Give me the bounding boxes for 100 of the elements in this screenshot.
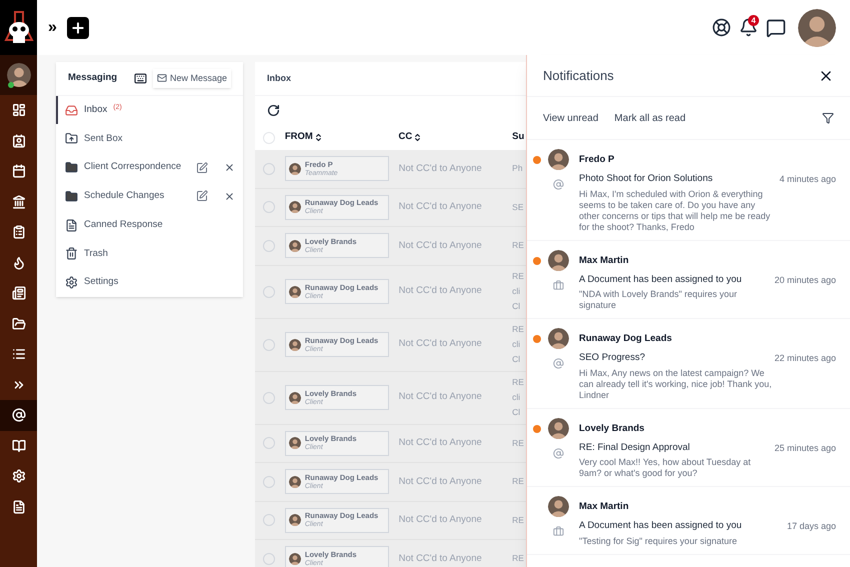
notification-item[interactable]: Runaway Dog Leads SEO Progress? Hi Max, Any news on the latest campaign? We can already tell it's working, nice job! Thank you, Lindner 22 minutes ago <box>527 319 850 408</box>
newspaper-icon <box>12 286 26 300</box>
cc-text: Not CC'd to Anyone <box>398 200 483 214</box>
column-header[interactable]: Su <box>512 130 526 145</box>
mark-all-read-button[interactable]: Mark all as read <box>614 110 686 126</box>
cc-text: Not CC'd to Anyone <box>398 513 483 528</box>
sender-name: Fredo P <box>579 153 616 167</box>
subject-text: RE <box>512 475 525 488</box>
column-header[interactable]: FROM <box>284 130 399 145</box>
edit-icon[interactable] <box>196 190 208 202</box>
gear-icon <box>12 469 26 484</box>
at-sign-icon <box>12 408 26 422</box>
column-header[interactable]: CC <box>398 130 512 145</box>
expand-toggle[interactable]: » <box>48 16 57 40</box>
cc-text: Not CC'd to Anyone <box>398 284 483 298</box>
rail-item[interactable] <box>0 400 37 430</box>
folder-label: Sent Box <box>84 132 123 146</box>
notification-title: SEO Progress? <box>579 351 646 366</box>
checklist-icon <box>12 225 26 240</box>
avatar <box>288 286 301 298</box>
subject-text: RE <box>512 436 525 450</box>
timestamp: 4 minutes ago <box>778 173 836 186</box>
subject-text: Cl <box>512 353 522 366</box>
notification-title: Photo Shoot for Orion Solutions <box>579 172 714 186</box>
row-checkbox[interactable] <box>263 338 275 350</box>
inbox-icon <box>65 104 78 117</box>
contact-card-icon <box>12 134 26 148</box>
close-icon[interactable] <box>224 190 235 202</box>
folder-item[interactable]: Settings <box>56 268 243 297</box>
notification-item[interactable]: Lovely Brands RE: Final Design Approval Very cool Max!! Yes, how about Tuesday at 9am? or what's good for you? 25 minutes ago <box>527 408 850 487</box>
subject-text: Cl <box>512 300 522 313</box>
avatar <box>288 476 301 488</box>
avatar <box>288 392 301 404</box>
trash-icon <box>65 247 78 260</box>
view-unread-button[interactable]: View unread <box>543 110 598 126</box>
close-icon[interactable] <box>224 162 235 174</box>
select-all-checkbox[interactable] <box>263 132 275 144</box>
avatar <box>548 250 569 270</box>
book-icon <box>12 438 26 453</box>
folder-item[interactable]: Schedule Changes <box>56 182 243 211</box>
row-checkbox[interactable] <box>263 162 275 175</box>
document-icon <box>12 500 26 514</box>
folder-label: Canned Response <box>84 218 163 232</box>
document-icon <box>65 218 78 232</box>
dashboard-icon <box>12 103 26 118</box>
add-button[interactable] <box>66 16 89 38</box>
cc-text: Not CC'd to Anyone <box>398 436 483 450</box>
subject-text: SE <box>512 200 525 214</box>
chat-icon[interactable] <box>766 18 786 38</box>
calendar-icon <box>12 164 26 178</box>
skull-logo-icon[interactable] <box>4 10 34 46</box>
subject-text: RE <box>512 270 525 283</box>
panel-title: Inbox <box>267 72 291 85</box>
at-sign-icon <box>553 179 564 190</box>
briefcase-icon <box>553 280 564 290</box>
folder-item[interactable]: Canned Response <box>56 210 243 240</box>
folder-icon <box>65 190 78 203</box>
avatar <box>6 63 30 87</box>
row-checkbox[interactable] <box>263 240 275 252</box>
folder-item[interactable]: Client Correspondence <box>56 153 243 182</box>
cc-text: Not CC'd to Anyone <box>398 552 483 566</box>
new-message-button[interactable]: New Message <box>152 68 231 88</box>
row-checkbox[interactable] <box>263 201 275 214</box>
edit-icon[interactable] <box>196 162 208 174</box>
subject-text: cli <box>512 338 522 351</box>
bell-icon[interactable] <box>739 18 758 37</box>
row-checkbox[interactable] <box>263 437 275 450</box>
notification-title: RE: Final Design Approval <box>579 440 691 455</box>
notification-item[interactable]: Max Martin A Document has been assigned to you "Testing for Sig" requires your signature 17 days ago <box>527 487 850 554</box>
notifications-title: Notifications <box>543 66 614 85</box>
sender-name: Max Martin <box>579 254 630 268</box>
avatar <box>288 240 301 252</box>
row-checkbox[interactable] <box>263 286 275 298</box>
notification-title: A Document has been assigned to you <box>579 272 743 287</box>
notification-count: 4 <box>748 15 759 26</box>
filter-icon[interactable] <box>822 112 834 124</box>
folder-icon <box>65 161 78 174</box>
notification-item[interactable]: Max Martin A Document has been assigned to you "NDA with Lovely Brands" requires your signature 20 minutes ago <box>527 240 850 319</box>
row-checkbox[interactable] <box>263 392 275 404</box>
sort-icon[interactable] <box>314 133 323 142</box>
notification-title: A Document has been assigned to you <box>579 519 743 534</box>
avatar <box>288 514 301 526</box>
keyboard-icon[interactable] <box>134 72 147 85</box>
avatar <box>548 418 569 438</box>
refresh-icon[interactable] <box>267 104 280 117</box>
subject-text: cli <box>512 285 522 298</box>
cc-text: Not CC'd to Anyone <box>398 238 483 253</box>
lifebuoy-icon[interactable] <box>712 18 731 37</box>
folder-item[interactable]: Sent Box <box>56 124 243 154</box>
timestamp: 17 days ago <box>786 520 836 533</box>
row-checkbox[interactable] <box>263 514 275 526</box>
row-checkbox[interactable] <box>263 552 275 565</box>
subject-text: cli <box>512 391 522 404</box>
timestamp: 22 minutes ago <box>774 352 836 365</box>
sort-icon[interactable] <box>413 133 422 142</box>
cc-text: Not CC'd to Anyone <box>398 390 483 404</box>
row-checkbox[interactable] <box>263 476 275 488</box>
folder-label: Settings <box>84 275 118 290</box>
notification-body: "NDA with Lovely Brands" requires your signature <box>579 289 738 311</box>
folder-item[interactable]: Trash <box>56 239 243 268</box>
